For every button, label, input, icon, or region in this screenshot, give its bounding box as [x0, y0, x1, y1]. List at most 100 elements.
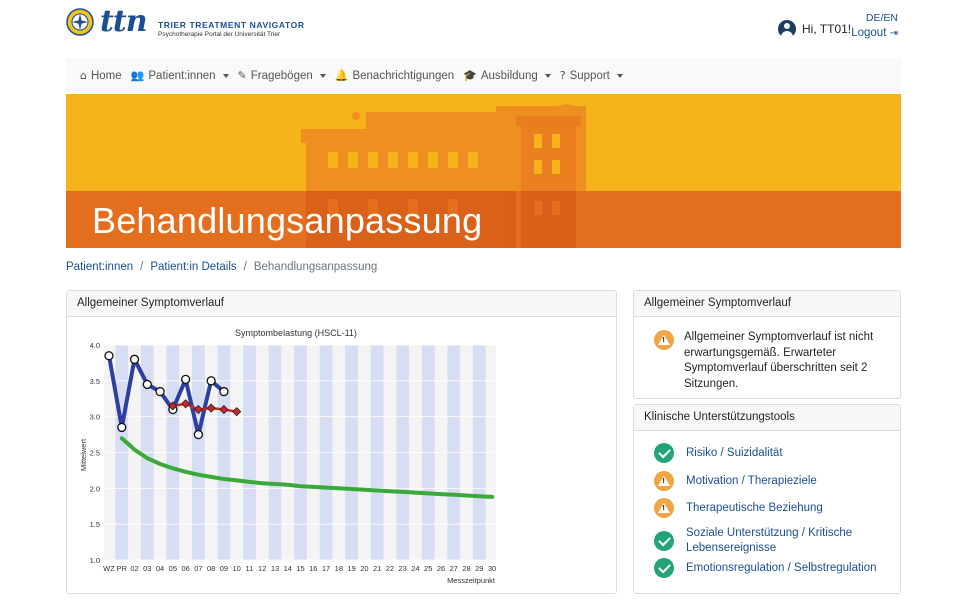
chart-point-observed[interactable]: [142, 379, 152, 390]
chart-x-tick-label: 03: [143, 564, 151, 573]
chart-y-tick-label: 3.5: [90, 377, 100, 386]
tool-link-emotion-regulation[interactable]: Emotionsregulation / Selbstregulation: [686, 561, 877, 576]
chart-x-tick-label: 14: [284, 564, 292, 573]
chart-x-tick-label: 22: [386, 564, 394, 573]
check-circle-icon: [654, 558, 674, 578]
main-navbar: ⌂ Home 👥 Patient:innen ✎ Fragebögen 🔔 Be…: [66, 58, 901, 93]
chart-x-tick-label: 13: [271, 564, 279, 573]
chart-x-tick-label: 24: [411, 564, 419, 573]
chart-point-observed[interactable]: [180, 374, 191, 385]
nav-training[interactable]: 🎓 Ausbildung: [463, 69, 551, 82]
top-header: ttn TRIER TREATMENT NAVIGATOR Psychother…: [0, 0, 971, 55]
nav-patients-label: Patient:innen: [148, 69, 216, 82]
chart-y-axis-label: Mittelwert: [79, 438, 88, 471]
logout-link[interactable]: Logout ⇥: [851, 27, 898, 39]
question-circle-icon: ?: [559, 69, 566, 82]
chart-point-observed[interactable]: [129, 354, 140, 364]
tool-link-risk[interactable]: Risiko / Suizidalität: [686, 446, 783, 461]
tool-link-motivation[interactable]: Motivation / Therapieziele: [686, 474, 817, 489]
breadcrumb-separator: /: [243, 261, 247, 273]
tool-link-social-support[interactable]: Soziale Unterstützung / Kritische Lebens…: [686, 526, 871, 556]
language-switch[interactable]: DE/EN: [866, 12, 898, 24]
check-circle-icon: [654, 443, 674, 463]
tool-item-emotion-regulation[interactable]: Emotionsregulation / Selbstregulation: [654, 558, 884, 578]
chart-point-observed[interactable]: [219, 386, 229, 397]
nav-support[interactable]: ? Support: [560, 69, 623, 82]
symptom-alert: Allgemeiner Symptomverlauf ist nicht erw…: [654, 330, 874, 392]
chevron-down-icon: [616, 73, 623, 78]
tool-item-motivation[interactable]: Motivation / Therapieziele: [654, 471, 884, 491]
users-icon: 👥: [130, 69, 145, 82]
nav-patients[interactable]: 👥 Patient:innen: [131, 69, 229, 82]
tool-item-risk[interactable]: Risiko / Suizidalität: [654, 443, 884, 463]
user-avatar-icon: [778, 20, 796, 38]
warning-icon: [654, 330, 674, 350]
chevron-down-icon: [222, 73, 229, 78]
nav-home[interactable]: ⌂ Home: [80, 69, 122, 82]
check-circle-icon: [654, 531, 674, 551]
chart-point-observed[interactable]: [117, 422, 127, 433]
chart-x-tick-label: 06: [181, 564, 189, 573]
chart-x-tick-label: 04: [156, 564, 164, 573]
chart-x-tick-label: 27: [450, 564, 458, 573]
chart-point-observed[interactable]: [104, 351, 114, 361]
page-title: Behandlungsanpassung: [92, 200, 483, 241]
chart-title: Symptombelastung (HSCL-11): [235, 328, 357, 338]
chart-x-tick-label: 29: [475, 564, 483, 573]
app-title: TRIER TREATMENT NAVIGATOR: [158, 20, 305, 30]
clinical-tools-card-title: Klinische Unterstützungstools: [634, 405, 900, 431]
chart-point-observed[interactable]: [206, 376, 216, 386]
nav-training-label: Ausbildung: [480, 69, 538, 82]
chart-x-tick-label: 09: [220, 564, 228, 573]
nav-home-label: Home: [90, 69, 122, 82]
chart-point-observed[interactable]: [155, 386, 165, 397]
tool-item-social-support[interactable]: Soziale Unterstützung / Kritische Lebens…: [654, 526, 884, 556]
chevron-down-icon: [544, 73, 551, 78]
chart-x-tick-label: 12: [258, 564, 266, 573]
chart-x-tick-label: 18: [335, 564, 343, 573]
nav-notifications-label: Benachrichtigungen: [352, 69, 455, 82]
nav-notifications[interactable]: 🔔 Benachrichtigungen: [335, 69, 454, 82]
nav-questionnaires-label: Fragebögen: [250, 69, 313, 82]
nav-support-label: Support: [569, 69, 610, 82]
edit-icon: ✎: [237, 69, 247, 82]
symptom-alert-message: Allgemeiner Symptomverlauf ist nicht erw…: [684, 331, 874, 390]
chart-x-tick-label: 17: [322, 564, 330, 573]
logo-wordmark[interactable]: ttn: [100, 4, 148, 39]
symptom-chart-card-title: Allgemeiner Symptomverlauf: [67, 291, 616, 317]
chart-x-tick-label: 30: [488, 564, 496, 573]
university-emblem-icon[interactable]: [66, 8, 94, 36]
chart-y-tick-label: 2.0: [90, 484, 100, 493]
bell-icon: 🔔: [334, 69, 349, 82]
chart-x-tick-label: WZ: [103, 564, 115, 573]
chart-x-tick-label: 02: [130, 564, 138, 573]
chart-x-tick-label: 05: [169, 564, 177, 573]
user-menu[interactable]: Hi, TT01!: [778, 20, 851, 38]
symptom-chart: Symptombelastung (HSCL-11) Messzeitpunkt…: [79, 328, 496, 585]
breadcrumb-patient-details-link[interactable]: Patient:in Details: [150, 261, 236, 273]
chart-x-tick-label: 15: [296, 564, 304, 573]
chart-x-axis-label: Messzeitpunkt: [447, 576, 496, 585]
user-greeting: Hi, TT01!: [802, 22, 852, 36]
symptom-alert-card-title: Allgemeiner Symptomverlauf: [634, 291, 900, 317]
symptom-alert-card: Allgemeiner Symptomverlauf Allgemeiner S…: [633, 290, 901, 399]
tool-link-relationship[interactable]: Therapeutische Beziehung: [686, 501, 823, 516]
chevron-down-icon: [319, 73, 326, 78]
breadcrumb-current: Behandlungsanpassung: [253, 261, 378, 273]
nav-questionnaires[interactable]: ✎ Fragebögen: [238, 69, 326, 82]
breadcrumb-separator: /: [140, 261, 144, 273]
chart-x-tick-label: 08: [207, 564, 215, 573]
chart-y-tick-label: 1.0: [90, 556, 100, 565]
chart-y-tick-label: 2.5: [90, 449, 100, 458]
chart-x-tick-label: 28: [462, 564, 470, 573]
sign-out-icon: ⇥: [889, 28, 898, 39]
chart-x-tick-label: 26: [437, 564, 445, 573]
breadcrumb-patients-link[interactable]: Patient:innen: [66, 261, 133, 273]
chart-point-observed[interactable]: [193, 429, 204, 440]
warning-icon: [654, 498, 674, 518]
chart-x-tick-label: 21: [373, 564, 381, 573]
graduation-cap-icon: 🎓: [463, 69, 477, 82]
chart-x-tick-label: 19: [347, 564, 355, 573]
tool-item-relationship[interactable]: Therapeutische Beziehung: [654, 498, 884, 518]
chart-y-tick-label: 4.0: [90, 341, 100, 350]
